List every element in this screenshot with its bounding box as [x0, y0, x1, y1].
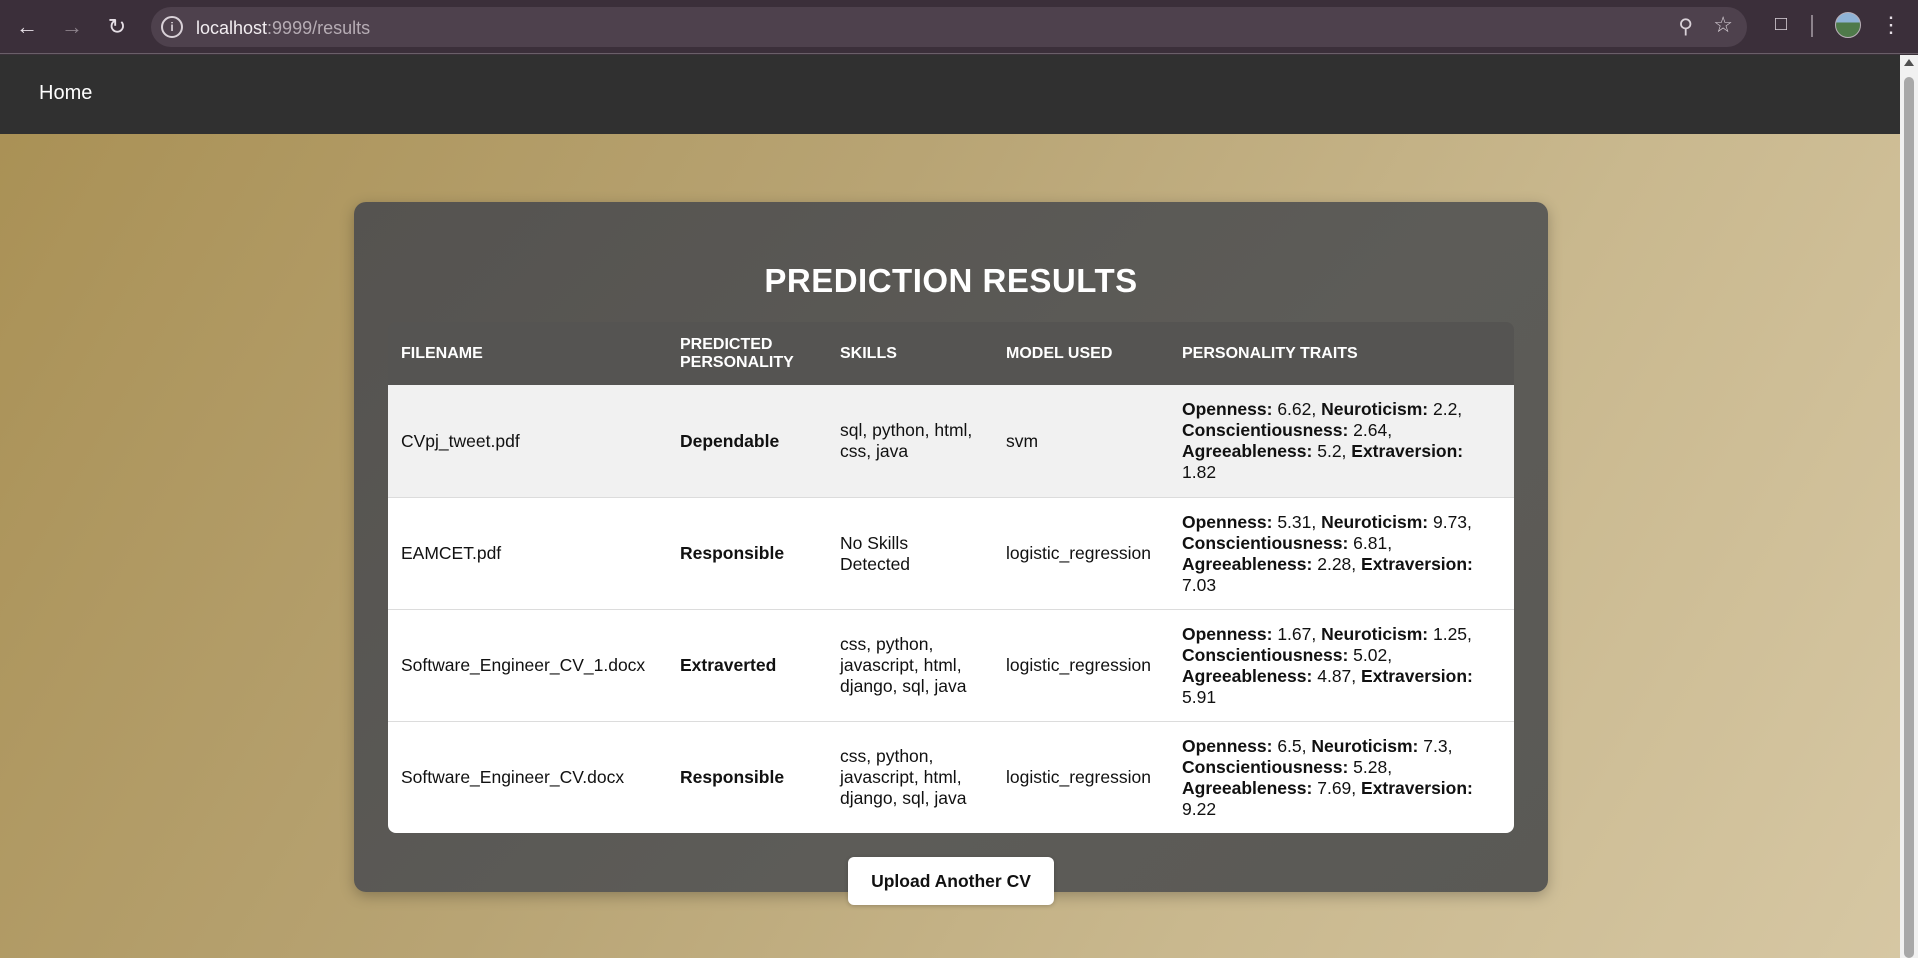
- filename-cell: Software_Engineer_CV_1.docx: [388, 609, 667, 721]
- trait-label-neuroticism: Neuroticism:: [1311, 735, 1419, 756]
- browser-menu-icon[interactable]: ⋮: [1880, 12, 1902, 38]
- column-header-filename: FILENAME: [401, 344, 483, 362]
- scrollbar-thumb[interactable]: [1904, 77, 1914, 958]
- trait-value-agreeableness: 7.69: [1317, 777, 1352, 798]
- page-scrollbar[interactable]: [1900, 55, 1918, 958]
- trait-value-extraversion: 5.91: [1182, 686, 1217, 707]
- trait-label-openness: Openness:: [1182, 735, 1273, 756]
- trait-value-neuroticism: 1.25: [1432, 623, 1468, 644]
- model-cell: logistic_regression: [993, 609, 1169, 721]
- skills-cell: css, python, javascript, html, django, s…: [827, 609, 993, 721]
- column-header-traits: PERSONALITY TRAITS: [1182, 344, 1358, 362]
- trait-label-extraversion: Extraversion:: [1361, 665, 1473, 686]
- forward-icon[interactable]: →: [57, 12, 87, 42]
- trait-value-conscientiousness: 5.28: [1353, 756, 1388, 777]
- traits-cell: Openness: 6.62, Neuroticism: 2.2, Consci…: [1182, 399, 1464, 482]
- upload-another-cv-button[interactable]: Upload Another CV: [848, 857, 1054, 905]
- profile-avatar[interactable]: [1835, 12, 1861, 38]
- trait-label-extraversion: Extraversion:: [1361, 553, 1473, 574]
- reload-icon[interactable]: ↻: [102, 12, 132, 42]
- site-info-icon[interactable]: i: [161, 16, 183, 38]
- filename-cell: CVpj_tweet.pdf: [401, 430, 520, 451]
- trait-label-conscientiousness: Conscientiousness:: [1182, 644, 1349, 665]
- trait-value-extraversion: 9.22: [1182, 798, 1217, 819]
- address-url[interactable]: localhost:9999/results: [196, 18, 370, 39]
- column-header-skills: SKILLS: [840, 344, 897, 362]
- traits-cell: Openness: 1.67, Neuroticism: 1.25, Consc…: [1169, 609, 1514, 721]
- trait-value-openness: 5.31: [1277, 511, 1312, 532]
- column-header-model: MODEL USED: [1006, 344, 1113, 362]
- filename-cell: EAMCET.pdf: [388, 497, 667, 609]
- extensions-icon[interactable]: □: [1768, 11, 1794, 37]
- trait-value-openness: 6.5: [1277, 735, 1302, 756]
- trait-label-extraversion: Extraversion:: [1361, 777, 1473, 798]
- trait-label-openness: Openness:: [1182, 511, 1273, 532]
- address-bar[interactable]: i localhost:9999/results ⚲ ☆: [151, 7, 1747, 47]
- trait-label-agreeableness: Agreeableness:: [1182, 553, 1313, 574]
- trait-label-neuroticism: Neuroticism:: [1321, 623, 1429, 644]
- trait-value-extraversion: 7.03: [1182, 574, 1217, 595]
- trait-value-conscientiousness: 5.02: [1353, 644, 1388, 665]
- browser-toolbar: ← → ↻ i localhost:9999/results ⚲ ☆ □ ⋮: [0, 0, 1918, 54]
- trait-label-neuroticism: Neuroticism:: [1321, 511, 1429, 532]
- trait-value-openness: 1.67: [1277, 623, 1312, 644]
- column-header-personality: PREDICTED PERSONALITY: [680, 335, 794, 371]
- back-icon[interactable]: ←: [12, 12, 42, 42]
- personality-cell: Dependable: [680, 430, 780, 451]
- personality-cell: Extraverted: [667, 609, 827, 721]
- trait-label-openness: Openness:: [1182, 623, 1273, 644]
- trait-label-agreeableness: Agreeableness:: [1182, 441, 1313, 461]
- page-viewport: Home PREDICTION RESULTS FILENAME PREDICT…: [0, 55, 1900, 958]
- trait-value-neuroticism: 7.3: [1423, 735, 1448, 756]
- results-card: PREDICTION RESULTS FILENAME PREDICTED PE…: [354, 202, 1548, 905]
- url-path: :9999/results: [267, 18, 371, 38]
- trait-label-agreeableness: Agreeableness:: [1182, 777, 1313, 798]
- toolbar-divider: [1811, 15, 1813, 37]
- page-title: PREDICTION RESULTS: [764, 262, 1138, 299]
- url-host: localhost: [196, 18, 268, 38]
- results-table: FILENAME PREDICTED PERSONALITY SKILLS MO…: [388, 322, 1514, 833]
- skills-cell: css, python, javascript, html, django, s…: [827, 721, 993, 833]
- skills-cell: No Skills Detected: [827, 497, 993, 609]
- trait-label-neuroticism: Neuroticism:: [1321, 399, 1429, 419]
- top-navbar: Home: [0, 55, 1900, 134]
- skills-cell: sql, python, html, css, java: [840, 420, 973, 461]
- model-cell: svm: [1006, 430, 1039, 451]
- scroll-up-arrow-icon[interactable]: [1904, 59, 1914, 66]
- personality-cell: Responsible: [667, 721, 827, 833]
- trait-label-agreeableness: Agreeableness:: [1182, 665, 1313, 686]
- trait-value-neuroticism: 9.73: [1432, 511, 1468, 532]
- trait-value-agreeableness: 4.87: [1317, 665, 1352, 686]
- model-cell: logistic_regression: [993, 721, 1169, 833]
- trait-label-conscientiousness: Conscientiousness:: [1182, 532, 1349, 553]
- traits-cell: Openness: 5.31, Neuroticism: 9.73, Consc…: [1169, 497, 1514, 609]
- traits-cell: Openness: 6.5, Neuroticism: 7.3, Conscie…: [1169, 721, 1514, 833]
- trait-label-conscientiousness: Conscientiousness:: [1182, 420, 1349, 440]
- model-cell: logistic_regression: [993, 497, 1169, 609]
- table-header-row: FILENAME PREDICTED PERSONALITY SKILLS MO…: [388, 322, 1514, 385]
- trait-label-conscientiousness: Conscientiousness:: [1182, 756, 1349, 777]
- table-row: CVpj_tweet.pdf Dependable sql, python, h…: [388, 385, 1514, 497]
- table-row: EAMCET.pdf Responsible No Skills Detecte…: [388, 497, 1514, 609]
- table-row: Software_Engineer_CV_1.docx Extraverted …: [388, 609, 1514, 721]
- bookmark-star-icon[interactable]: ☆: [1713, 12, 1733, 38]
- trait-value-conscientiousness: 2.64: [1353, 420, 1388, 440]
- zoom-icon[interactable]: ⚲: [1678, 14, 1693, 39]
- table-row: Software_Engineer_CV.docx Responsible cs…: [388, 721, 1514, 833]
- trait-value-agreeableness: 2.28: [1317, 553, 1352, 574]
- trait-value-extraversion: 1.82: [1182, 462, 1217, 482]
- trait-label-openness: Openness:: [1182, 399, 1273, 419]
- filename-cell: Software_Engineer_CV.docx: [388, 721, 667, 833]
- trait-value-conscientiousness: 6.81: [1353, 532, 1388, 553]
- trait-value-openness: 6.62: [1277, 399, 1312, 419]
- trait-value-neuroticism: 2.2: [1432, 399, 1458, 419]
- personality-cell: Responsible: [667, 497, 827, 609]
- nav-home-link[interactable]: Home: [39, 82, 92, 105]
- trait-value-agreeableness: 5.2: [1317, 441, 1342, 461]
- trait-label-extraversion: Extraversion:: [1351, 441, 1464, 461]
